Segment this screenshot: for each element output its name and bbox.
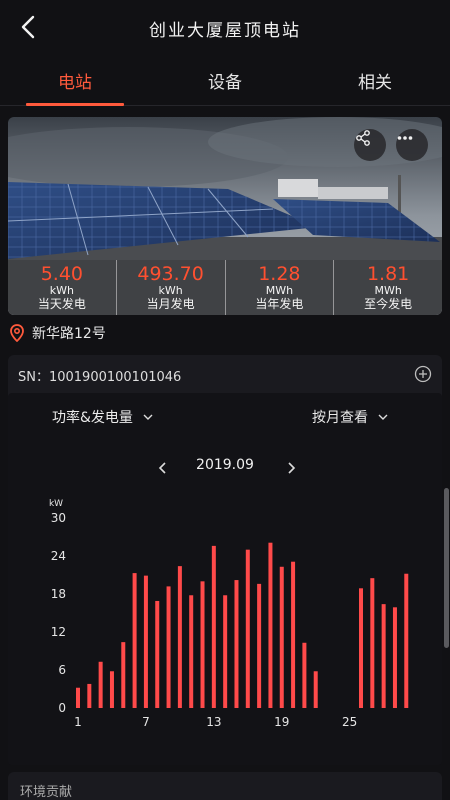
stat-value: 5.40 bbox=[40, 263, 84, 285]
page-title: 创业大厦屋顶电站 bbox=[149, 21, 301, 41]
next-month-button[interactable] bbox=[280, 457, 302, 479]
chart-bars bbox=[76, 542, 409, 708]
energy-stats: 5.40 kWh 当天发电 493.70 kWh 当月发电 1.28 MWh 当… bbox=[8, 260, 442, 315]
chart-bar[interactable] bbox=[279, 566, 284, 708]
stat-unit: kWh bbox=[158, 284, 183, 297]
stat-unit: MWh bbox=[265, 284, 294, 297]
stat-value: 493.70 bbox=[137, 263, 204, 285]
chart-bar[interactable] bbox=[313, 671, 318, 708]
x-tick-label: 19 bbox=[274, 715, 289, 729]
period-dropdown[interactable]: 按月查看 bbox=[312, 407, 388, 427]
location-pin-icon bbox=[10, 324, 24, 342]
metric-dropdown[interactable]: 功率&发电量 bbox=[52, 407, 153, 427]
more-button[interactable] bbox=[396, 129, 428, 161]
stat-today: 5.40 kWh 当天发电 bbox=[8, 260, 117, 315]
month-label: 2019.09 bbox=[196, 457, 254, 473]
stat-label: 至今发电 bbox=[364, 297, 413, 311]
share-icon bbox=[356, 130, 370, 146]
chart-bar[interactable] bbox=[76, 687, 80, 708]
y-tick-label: 30 bbox=[51, 511, 66, 525]
chart-bar[interactable] bbox=[392, 607, 397, 708]
tab-related[interactable]: 相关 bbox=[320, 68, 430, 93]
chart-bar[interactable] bbox=[109, 671, 114, 708]
chart-bar[interactable] bbox=[268, 542, 273, 708]
x-tick-label: 13 bbox=[206, 715, 221, 729]
stat-month: 493.70 kWh 当月发电 bbox=[116, 260, 226, 315]
chart-bar[interactable] bbox=[245, 549, 250, 708]
chart-bar[interactable] bbox=[200, 581, 205, 708]
y-tick-label: 0 bbox=[58, 701, 66, 715]
chart-bar[interactable] bbox=[359, 588, 363, 708]
x-tick-label: 25 bbox=[342, 715, 357, 729]
active-tab-indicator bbox=[26, 103, 124, 106]
power-bar-chart: kW 0 6 12 18 24 30 1 7 13 19 25 bbox=[49, 499, 409, 729]
stat-label: 当天发电 bbox=[37, 297, 86, 311]
address-text: 新华路12号 bbox=[32, 326, 106, 342]
stat-unit: kWh bbox=[49, 284, 74, 297]
chevron-down-icon bbox=[143, 414, 153, 420]
y-axis-unit: kW bbox=[49, 499, 63, 509]
chart-bar[interactable] bbox=[381, 604, 386, 708]
chart-bar[interactable] bbox=[189, 595, 194, 708]
more-icon bbox=[397, 136, 413, 140]
tab-station[interactable]: 电站 bbox=[20, 68, 130, 93]
tab-bar: 电站 设备 相关 bbox=[0, 58, 450, 106]
add-button[interactable] bbox=[414, 365, 432, 383]
stat-label: 当月发电 bbox=[146, 297, 195, 311]
chart-bar[interactable] bbox=[370, 578, 375, 708]
chart-bar[interactable] bbox=[404, 573, 409, 708]
chart-bar[interactable] bbox=[98, 661, 103, 708]
period-dropdown-label: 按月查看 bbox=[312, 410, 368, 426]
chevron-down-icon bbox=[378, 414, 388, 420]
y-tick-label: 12 bbox=[51, 625, 66, 639]
chart-bar[interactable] bbox=[132, 573, 137, 708]
chart-bar[interactable] bbox=[211, 545, 216, 708]
stat-value: 1.81 bbox=[366, 263, 410, 285]
chart-bar[interactable] bbox=[87, 683, 92, 708]
chart-bar[interactable] bbox=[291, 561, 296, 708]
month-navigator: 2019.09 bbox=[8, 457, 442, 479]
x-tick-label: 1 bbox=[74, 715, 82, 729]
chart-bar[interactable] bbox=[302, 642, 307, 708]
environment-title: 环境贡献 bbox=[20, 785, 73, 800]
chart-bar[interactable] bbox=[143, 575, 148, 708]
chart-bar[interactable] bbox=[121, 642, 126, 708]
x-tick-label: 7 bbox=[142, 715, 150, 729]
y-tick-label: 18 bbox=[51, 587, 66, 601]
stat-year: 1.28 MWh 当年发电 bbox=[225, 260, 335, 315]
plus-circle-icon bbox=[414, 365, 432, 383]
scrollbar-thumb[interactable] bbox=[444, 488, 449, 648]
chart-bar[interactable] bbox=[155, 600, 160, 708]
environment-card: 环境贡献 bbox=[8, 772, 442, 800]
metric-dropdown-label: 功率&发电量 bbox=[52, 410, 133, 426]
chart-bar[interactable] bbox=[234, 580, 239, 708]
stat-label: 当年发电 bbox=[255, 297, 304, 311]
stat-value: 1.28 bbox=[258, 263, 301, 285]
tab-device[interactable]: 设备 bbox=[170, 68, 280, 93]
stat-total: 1.81 MWh 至今发电 bbox=[334, 260, 442, 315]
chart-bar[interactable] bbox=[257, 583, 262, 708]
serial-number: SN：1001900100101046 bbox=[18, 370, 182, 385]
chart-panel: 功率&发电量 按月查看 2019.09 kW 0 6 12 18 24 30 1… bbox=[8, 393, 442, 765]
y-tick-label: 6 bbox=[58, 663, 66, 677]
stat-unit: MWh bbox=[374, 284, 402, 297]
share-button[interactable] bbox=[354, 129, 386, 161]
station-card: SN：1001900100101046 功率&发电量 按月查看 2019.09 … bbox=[8, 355, 442, 765]
station-photo: 5.40 kWh 当天发电 493.70 kWh 当月发电 1.28 MWh 当… bbox=[8, 117, 442, 315]
chart-bar[interactable] bbox=[177, 566, 182, 708]
chart-bar[interactable] bbox=[223, 595, 228, 708]
chevron-right-icon bbox=[288, 462, 296, 474]
chart-bar[interactable] bbox=[166, 586, 171, 708]
top-bar: 创业大厦屋顶电站 bbox=[0, 0, 450, 56]
station-address[interactable]: 新华路12号 bbox=[10, 322, 106, 344]
y-tick-label: 24 bbox=[51, 549, 66, 563]
